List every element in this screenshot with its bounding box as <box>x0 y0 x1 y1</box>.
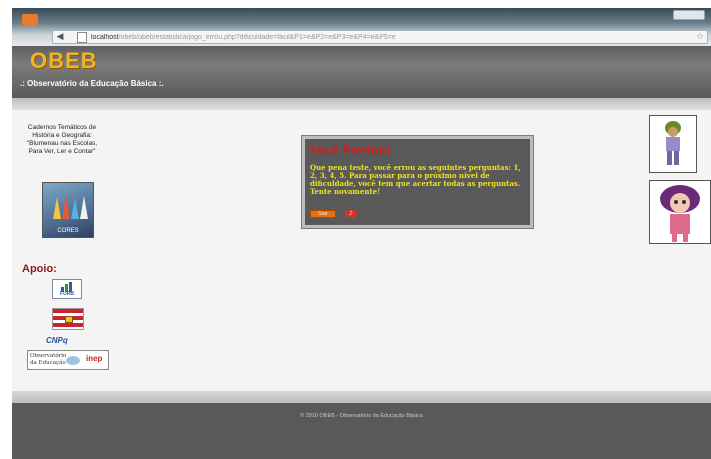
boy-character-image <box>649 115 697 173</box>
window-controls[interactable] <box>673 10 705 20</box>
header-band <box>12 98 711 110</box>
url-host: localhost <box>91 33 119 41</box>
girl-character-image <box>649 180 711 244</box>
globe-icon <box>66 356 80 365</box>
site-logo[interactable]: OBEB <box>30 48 98 74</box>
browser-menu-button[interactable] <box>22 14 38 26</box>
exit-button[interactable]: Sair <box>310 210 336 218</box>
footer-copyright: © 2010 OBEB - Observatório da Educação B… <box>300 413 423 419</box>
dialog-message: Que pena teste, você errou as seguintes … <box>310 163 521 196</box>
furb-label: FURB <box>60 291 74 297</box>
pencils-icon <box>53 195 88 219</box>
url-path: /obeb/obeb/estatistica/jogo_errou.php?di… <box>118 33 396 41</box>
url-text[interactable]: localhost/obeb/obeb/estatistica/jogo_err… <box>91 34 693 41</box>
browser-chrome: ◀ localhost/obeb/obeb/estatistica/jogo_e… <box>12 8 711 46</box>
site-footer: © 2010 OBEB - Observatório da Educação B… <box>12 403 711 459</box>
flag-emblem-icon <box>65 316 73 323</box>
obs-line-2: da Educação <box>30 360 66 366</box>
boy-character-icon <box>665 121 681 165</box>
address-bar[interactable]: ◀ localhost/obeb/obeb/estatistica/jogo_e… <box>52 30 708 44</box>
inep-label: inep <box>86 354 103 363</box>
book-cover-caption: CORES <box>57 228 79 234</box>
back-icon[interactable]: ◀ <box>53 30 67 44</box>
apoio-heading: Apoio: <box>22 263 57 275</box>
screenshot-frame: ◀ localhost/obeb/obeb/estatistica/jogo_e… <box>12 8 711 459</box>
page: OBEB .: Observatório da Educação Básica … <box>12 46 711 459</box>
dialog-title: Você Perdeu! <box>310 144 391 157</box>
page-icon <box>77 31 87 43</box>
game-over-dialog: Você Perdeu! Que pena teste, você errou … <box>301 135 534 229</box>
site-header: OBEB .: Observatório da Educação Básica … <box>12 46 711 98</box>
book-cover-image[interactable]: CORES <box>42 182 94 238</box>
observatorio-label: Observatório da Educação <box>30 353 66 367</box>
obs-line-1: Observatório <box>30 353 67 359</box>
girl-character-icon <box>660 185 700 242</box>
bookmark-star-icon[interactable]: ☆ <box>693 32 707 42</box>
blumenau-flag-logo[interactable] <box>52 308 84 330</box>
observatorio-inep-logo[interactable]: Observatório da Educação inep <box>27 350 109 370</box>
cnpq-logo[interactable]: CNPq <box>46 336 68 345</box>
site-subtitle: .: Observatório da Educação Básica :. <box>20 79 164 88</box>
book-caption-text[interactable]: Cadernos Temáticos de História e Geograf… <box>22 124 102 156</box>
sound-button[interactable]: ♪ <box>345 210 357 218</box>
cnpq-label: CNPq <box>46 336 68 345</box>
furb-logo[interactable]: FURB <box>52 279 82 299</box>
speaker-icon: ♪ <box>349 210 353 217</box>
footer-band <box>12 391 711 403</box>
